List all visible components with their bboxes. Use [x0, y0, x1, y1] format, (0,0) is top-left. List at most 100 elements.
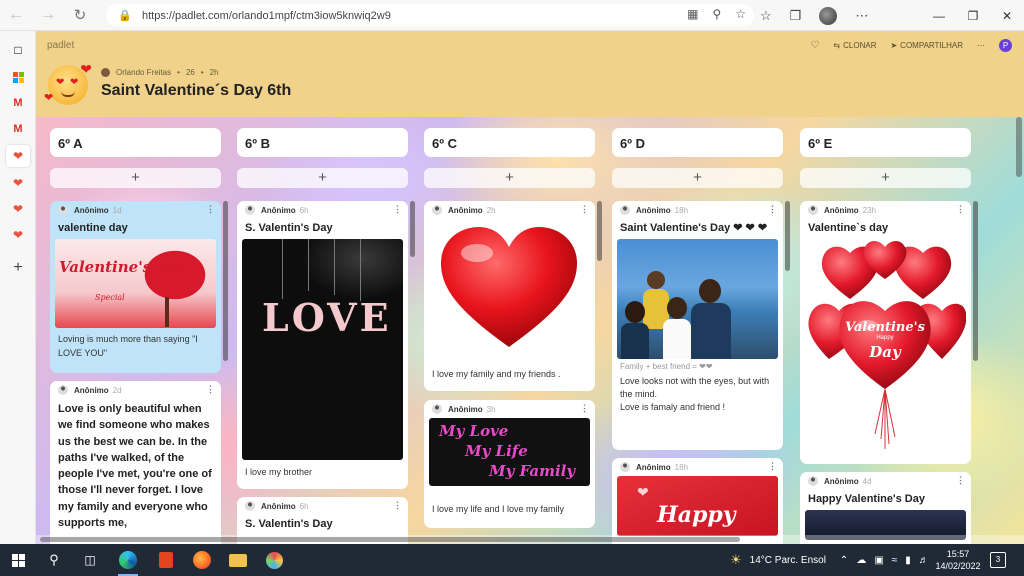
favorite-add-icon[interactable]: ☆ [735, 7, 746, 21]
post-image[interactable] [617, 239, 778, 359]
add-post-button-6e[interactable]: + [800, 168, 971, 188]
post-card[interactable]: Anônimo 2d ⋮ Love is only beautiful when w… [50, 381, 221, 544]
zoom-icon[interactable]: ⚲ [712, 7, 721, 21]
edge-icon[interactable] [110, 544, 146, 576]
column-header-6c[interactable]: 6º C [424, 128, 595, 157]
post-card[interactable]: Anônimo 2h ⋮ I love my family and my frien… [424, 201, 595, 391]
post-menu-icon[interactable]: ⋮ [956, 475, 965, 486]
weather-text[interactable]: 14°C Parc. Ensol [750, 555, 826, 566]
heart-outline-icon[interactable]: ♡ [810, 40, 819, 51]
chevron-up-icon[interactable]: ⌃ [840, 555, 848, 566]
page-scrollbar[interactable] [1016, 117, 1022, 177]
add-post-button-6a[interactable]: + [50, 168, 221, 188]
clone-button[interactable]: ⇆ CLONAR [833, 41, 876, 50]
post-image[interactable]: LOVE [242, 239, 403, 460]
padlet-logo[interactable]: padlet [47, 40, 74, 51]
share-button[interactable]: ➤ COMPARTILHAR [890, 41, 963, 50]
battery-icon[interactable]: ▮ [905, 555, 911, 566]
post-time: 6h [299, 205, 309, 215]
tab-padlet-2[interactable]: ❤ [6, 172, 30, 194]
volume-icon[interactable]: ♬ [919, 555, 929, 566]
tab-padlet-3[interactable]: ❤ [6, 198, 30, 220]
tab-padlet-active[interactable]: ❤ [6, 145, 30, 167]
post-card[interactable]: Anônimo 18h ⋮ ❤ Happy [612, 458, 783, 544]
post-menu-icon[interactable]: ⋮ [393, 500, 402, 511]
refresh-icon[interactable]: ↻ [64, 0, 96, 31]
post-menu-icon[interactable]: ⋮ [768, 204, 777, 215]
post-time: 3h [486, 404, 496, 414]
favorites-icon[interactable]: ☆ [760, 8, 772, 24]
post-card[interactable]: Anônimo 1d ⋮ valentine day Valentine's Day… [50, 201, 221, 373]
office-icon[interactable] [148, 544, 184, 576]
post-menu-icon[interactable]: ⋮ [206, 204, 215, 215]
post-menu-icon[interactable]: ⋮ [956, 204, 965, 215]
cloud-icon[interactable]: ☁ [856, 555, 866, 566]
system-clock[interactable]: 15:57 14/02/2022 [930, 548, 986, 572]
network-icon[interactable]: ▣ [874, 555, 883, 566]
column-scrollbar-6b[interactable] [410, 201, 415, 257]
column-header-6e[interactable]: 6º E [800, 128, 971, 157]
notification-icon[interactable]: 3 [990, 552, 1006, 568]
column-scrollbar-6c[interactable] [597, 201, 602, 261]
column-header-6b[interactable]: 6º B [237, 128, 408, 157]
add-post-button-6b[interactable]: + [237, 168, 408, 188]
scroll-thumb[interactable] [40, 537, 740, 542]
apps-icon[interactable]: ▦ [687, 7, 698, 21]
board-horizontal-scrollbar[interactable] [36, 535, 1024, 544]
tab-padlet-4[interactable]: ❤ [6, 224, 30, 246]
post-body: I love my life and I love my family [432, 504, 565, 514]
paint-icon[interactable] [256, 544, 292, 576]
file-explorer-icon[interactable] [220, 544, 256, 576]
post-menu-icon[interactable]: ⋮ [393, 204, 402, 215]
weather-icon[interactable]: ☀ [730, 552, 742, 568]
tab-actions-icon[interactable]: □ [6, 39, 30, 61]
task-view-icon[interactable]: ◫ [72, 544, 108, 576]
user-avatar[interactable]: P [999, 39, 1012, 52]
post-image[interactable]: ❤ Happy [617, 476, 778, 536]
column-header-6d[interactable]: 6º D [612, 128, 783, 157]
post-card[interactable]: Anônimo 18h ⋮ Saint Valentine's Day ❤ ❤ ❤ … [612, 201, 783, 450]
search-icon[interactable]: ⚲ [36, 544, 72, 576]
post-author: Anônimo [636, 462, 671, 472]
forward-icon[interactable]: → [32, 0, 64, 31]
collections-icon[interactable]: ❐ [790, 8, 802, 24]
tab-gmail-1[interactable]: M [6, 92, 30, 114]
address-bar[interactable]: 🔒 https://padlet.com/orlando1mpf/ctm3iow… [106, 4, 754, 27]
profile-avatar[interactable] [819, 6, 838, 25]
windows-start-icon[interactable] [0, 544, 36, 576]
post-menu-icon[interactable]: ⋮ [206, 384, 215, 395]
post-card[interactable]: Anônimo 6h ⋮ S. Valentin's Day LOVE I love… [237, 201, 408, 489]
column-scrollbar-6a[interactable] [223, 201, 228, 361]
tab-microsoft[interactable] [6, 66, 30, 88]
post-menu-icon[interactable]: ⋮ [580, 204, 589, 215]
post-image[interactable]: Valentine's Day Special [55, 239, 216, 328]
back-icon[interactable]: ← [0, 0, 32, 31]
post-image[interactable] [429, 219, 590, 359]
system-tray: ☀ 14°C Parc. Ensol ⌃ ☁ ▣ ≈ ▮ ♬ [730, 544, 929, 576]
column-scrollbar-6e[interactable] [973, 201, 978, 361]
firefox-icon[interactable] [184, 544, 220, 576]
post-card[interactable]: Anônimo 23h ⋮ Valentine`s day Valentine'… [800, 201, 971, 464]
minimize-icon[interactable]: — [922, 0, 956, 31]
padlet-meta: Orlando Freitas • 26 • 2h [101, 68, 219, 77]
post-image[interactable]: Valentine's Happy Day [805, 239, 966, 459]
column-scrollbar-6d[interactable] [785, 201, 790, 271]
add-post-button-6c[interactable]: + [424, 168, 595, 188]
maximize-icon[interactable]: ❐ [956, 0, 990, 31]
post-card[interactable]: Anônimo 4d ⋮ Happy Valentine's Day [800, 472, 971, 544]
post-card[interactable]: Anônimo 3h ⋮ My Love My Life My Family I l… [424, 400, 595, 528]
add-post-button-6d[interactable]: + [612, 168, 783, 188]
close-icon[interactable]: ✕ [990, 0, 1024, 31]
wifi-icon[interactable]: ≈ [892, 555, 898, 566]
more-options-icon[interactable]: ⋯ [977, 41, 985, 50]
new-tab-icon[interactable]: + [6, 257, 30, 279]
clock-date: 14/02/2022 [935, 561, 981, 571]
column-header-6a[interactable]: 6º A [50, 128, 221, 157]
tab-gmail-2[interactable]: M [6, 118, 30, 140]
heart-face-icon: ❤ [12, 202, 24, 216]
more-icon[interactable]: ⋯ [855, 8, 868, 24]
post-menu-icon[interactable]: ⋮ [580, 403, 589, 414]
post-menu-icon[interactable]: ⋮ [768, 461, 777, 472]
post-time: 4d [862, 476, 872, 486]
post-image[interactable]: My Love My Life My Family [429, 418, 590, 486]
